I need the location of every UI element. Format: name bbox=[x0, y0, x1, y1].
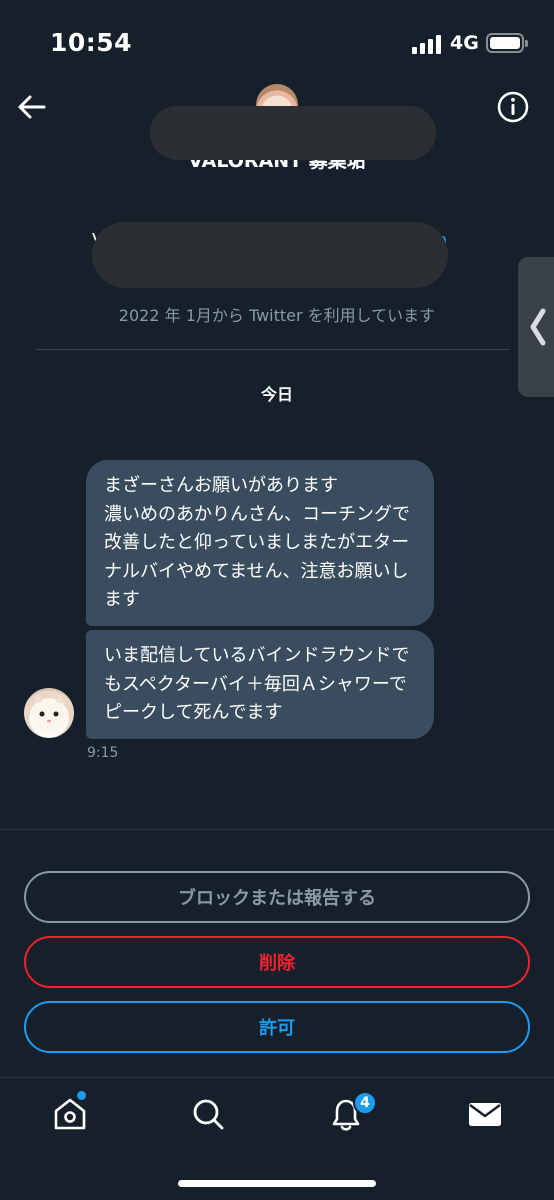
message-text: いま配信しているバインドラウンドでもスペクターバイ＋毎回Ａシャワーでピークして死… bbox=[104, 645, 410, 723]
status-bar: 10:54 4G bbox=[0, 0, 554, 80]
chevron-left-icon bbox=[530, 308, 546, 346]
cat-avatar-image bbox=[31, 694, 67, 732]
redaction-overlay bbox=[150, 106, 436, 160]
info-button[interactable] bbox=[496, 90, 530, 124]
battery-icon bbox=[486, 33, 528, 53]
block-or-report-button[interactable]: ブロックまたは報告する bbox=[24, 871, 530, 923]
network-label: 4G bbox=[450, 32, 479, 54]
date-separator: 今日 bbox=[260, 385, 293, 404]
divider bbox=[36, 349, 510, 350]
info-icon bbox=[497, 91, 529, 123]
tab-search[interactable] bbox=[188, 1094, 228, 1134]
notification-badge: 4 bbox=[353, 1091, 377, 1115]
side-drawer-handle[interactable] bbox=[518, 257, 554, 397]
divider bbox=[0, 829, 554, 830]
back-button[interactable] bbox=[14, 90, 48, 124]
status-time: 10:54 bbox=[50, 28, 133, 57]
message-bubble[interactable]: いま配信しているバインドラウンドでもスペクターバイ＋毎回Ａシャワーでピークして死… bbox=[86, 630, 434, 739]
redaction-overlay bbox=[92, 222, 448, 288]
tab-home[interactable] bbox=[50, 1094, 90, 1134]
arrow-left-icon bbox=[18, 95, 46, 119]
message-timestamp: 9:15 bbox=[87, 745, 119, 761]
tab-messages[interactable] bbox=[465, 1094, 505, 1134]
message-text: まざーさんお願いがあります 濃いめのあかりんさん、コーチングで改善したと仰っていま… bbox=[104, 475, 410, 610]
tab-bar-divider bbox=[0, 1077, 554, 1078]
home-unread-dot bbox=[77, 1091, 86, 1100]
joined-date: 2022 年 1月から Twitter を利用しています bbox=[118, 306, 436, 325]
delete-button[interactable]: 削除 bbox=[24, 936, 530, 988]
home-icon bbox=[54, 1098, 86, 1130]
message-bubble[interactable]: まざーさんお願いがあります 濃いめのあかりんさん、コーチングで改善したと仰っていま… bbox=[86, 460, 434, 626]
allow-button[interactable]: 許可 bbox=[24, 1001, 530, 1053]
sender-avatar[interactable] bbox=[24, 688, 74, 738]
signal-icon bbox=[412, 34, 442, 54]
envelope-icon bbox=[469, 1103, 501, 1126]
search-icon bbox=[193, 1099, 224, 1130]
home-indicator[interactable] bbox=[178, 1180, 376, 1187]
